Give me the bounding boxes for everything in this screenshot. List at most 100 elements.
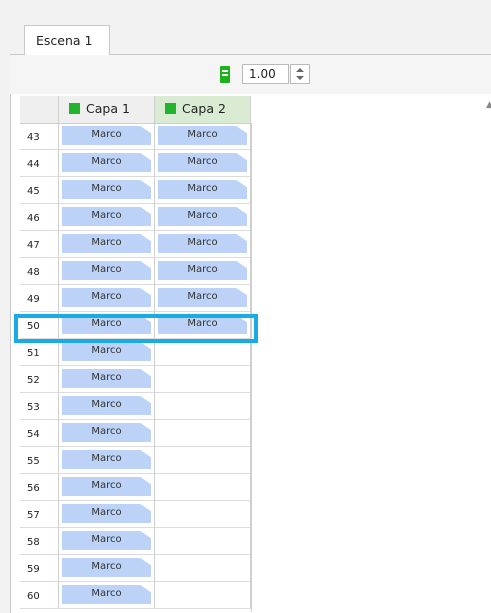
frame-number-label: 51 [27,348,40,359]
keyframe-block[interactable]: Marco [62,396,151,415]
layer-header-capa-1[interactable]: Capa 1 [59,96,155,123]
keyframe-block[interactable]: Marco [62,288,151,307]
frame-number: 46 [20,204,59,231]
frame-cell[interactable]: Marco [59,231,155,258]
frame-number: 54 [20,420,59,447]
keyframe-block[interactable]: Marco [158,126,247,145]
frame-cell[interactable]: Marco [59,447,155,474]
keyframe-block[interactable]: Marco [158,261,247,280]
frame-cell[interactable]: Marco [59,501,155,528]
frame-cell[interactable] [155,528,251,555]
frame-cell[interactable]: Marco [155,204,251,231]
keyframe-block[interactable]: Marco [158,153,247,172]
keyframe-block[interactable]: Marco [62,153,151,172]
keyframe-label: Marco [91,183,122,194]
frame-row: 49 Marco Marco [20,285,251,312]
frame-cell[interactable]: Marco [155,177,251,204]
keyframe-label: Marco [91,291,122,302]
frame-row: 45 Marco Marco [20,177,251,204]
layer-label: Capa 1 [86,101,130,116]
frame-cell[interactable]: Marco [59,258,155,285]
frame-cell[interactable]: Marco [155,150,251,177]
fps-value: 1.00 [249,67,276,81]
keyframe-block[interactable]: Marco [62,261,151,280]
tab-escena-1[interactable]: Escena 1 [24,25,110,55]
keyframe-block[interactable]: Marco [62,369,151,388]
keyframe-label: Marco [187,291,218,302]
chevron-up-icon[interactable] [296,68,304,72]
highlighted-frame-row [14,314,258,343]
frame-number-label: 57 [27,510,40,521]
keyframe-block[interactable]: Marco [62,477,151,496]
frame-cell[interactable]: Marco [59,393,155,420]
frame-cell[interactable]: Marco [59,528,155,555]
keyframe-label: Marco [187,183,218,194]
frame-number-label: 55 [27,456,40,467]
frame-cell[interactable] [155,447,251,474]
frame-cell[interactable]: Marco [155,285,251,312]
keyframe-block[interactable]: Marco [62,558,151,577]
keyframe-label: Marco [91,534,122,545]
frame-cell[interactable]: Marco [59,177,155,204]
keyframe-block[interactable]: Marco [62,585,151,604]
frame-number-label: 45 [27,186,40,197]
frame-cell[interactable] [155,393,251,420]
chevron-down-icon[interactable] [296,76,304,80]
timeline-grid: Capa 1 Capa 2 43 Marco Marco 44 Marco Marco 45… [20,96,491,612]
keyframe-block[interactable]: Marco [158,288,247,307]
frame-number: 52 [20,366,59,393]
frame-cell[interactable]: Marco [59,150,155,177]
frame-number-label: 53 [27,402,40,413]
keyframe-block[interactable]: Marco [62,126,151,145]
frame-number: 55 [20,447,59,474]
frame-cell[interactable] [155,420,251,447]
keyframe-block[interactable]: Marco [62,531,151,550]
frame-row: 58 Marco [20,528,251,555]
keyframe-block[interactable]: Marco [62,234,151,253]
frame-number-label: 46 [27,213,40,224]
frame-cell[interactable] [155,474,251,501]
fps-input[interactable]: 1.00 [242,64,289,84]
frame-cell[interactable]: Marco [155,123,251,150]
keyframe-block[interactable]: Marco [62,450,151,469]
keyframe-block[interactable]: Marco [158,234,247,253]
frame-number-label: 44 [27,159,40,170]
layer-header-capa-2[interactable]: Capa 2 [155,96,251,123]
frame-number-label: 48 [27,267,40,278]
frame-cell[interactable]: Marco [155,258,251,285]
frame-cell[interactable]: Marco [59,285,155,312]
frame-row: 47 Marco Marco [20,231,251,258]
frame-row: 59 Marco [20,555,251,582]
grid-divider [251,123,252,612]
frame-row: 55 Marco [20,447,251,474]
frame-cell[interactable]: Marco [155,231,251,258]
frame-cell[interactable]: Marco [59,420,155,447]
frame-cell[interactable] [155,582,251,609]
frame-cell[interactable] [155,501,251,528]
keyframe-block[interactable]: Marco [62,180,151,199]
grid-header: Capa 1 Capa 2 [20,96,251,124]
frame-cell[interactable]: Marco [59,366,155,393]
frame-number: 48 [20,258,59,285]
frame-cell[interactable]: Marco [59,474,155,501]
keyframe-block[interactable]: Marco [62,504,151,523]
scroll-up-icon[interactable]: ▲ [486,100,491,110]
keyframe-label: Marco [91,453,122,464]
keyframe-block[interactable]: Marco [158,207,247,226]
frame-row: 44 Marco Marco [20,150,251,177]
frame-cell[interactable] [155,339,251,366]
keyframe-block[interactable]: Marco [62,423,151,442]
keyframe-block[interactable]: Marco [62,207,151,226]
frame-cell[interactable]: Marco [59,555,155,582]
frame-cell[interactable]: Marco [59,123,155,150]
keyframe-block[interactable]: Marco [62,342,151,361]
fps-stepper[interactable] [290,64,310,84]
frame-cell[interactable]: Marco [59,204,155,231]
frame-cell[interactable] [155,555,251,582]
frame-cell[interactable]: Marco [59,339,155,366]
frame-cell[interactable]: Marco [59,582,155,609]
frame-row: 48 Marco Marco [20,258,251,285]
frame-cell[interactable] [155,366,251,393]
keyframe-block[interactable]: Marco [158,180,247,199]
keyframe-label: Marco [91,237,122,248]
